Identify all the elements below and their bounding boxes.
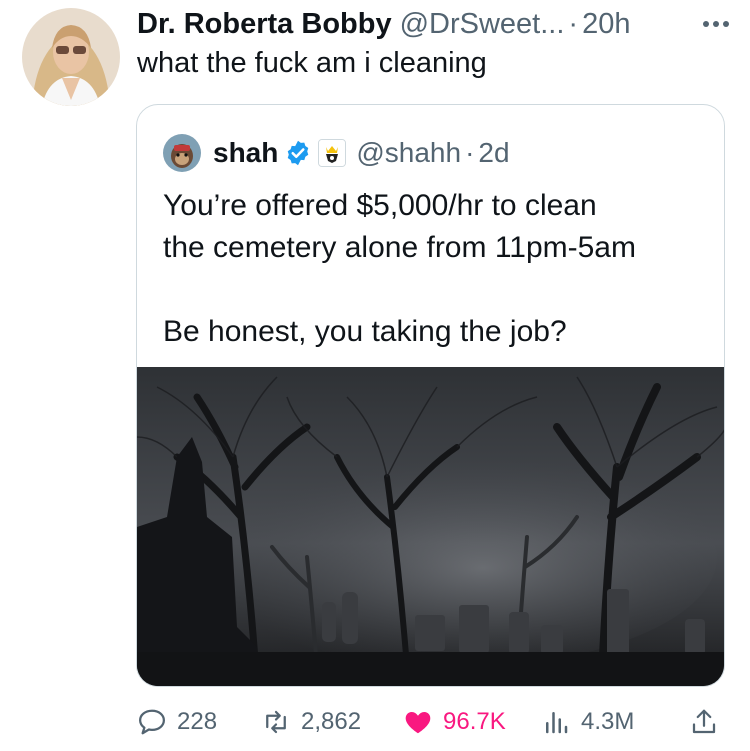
reply-button[interactable]: 228 — [137, 700, 217, 744]
like-button[interactable]: 96.7K — [403, 700, 506, 744]
affiliate-badge-icon[interactable] — [318, 139, 347, 167]
tweet-header: Dr. Roberta Bobby @DrSweet... · 20h — [137, 4, 737, 44]
like-count: 96.7K — [443, 708, 506, 735]
quoted-post-time[interactable]: 2d — [478, 137, 509, 169]
quoted-separator: · — [465, 137, 475, 168]
quoted-author-avatar[interactable] — [163, 134, 201, 172]
quoted-text-line: the cemetery alone from 11pm-5am — [163, 231, 636, 264]
cemetery-image[interactable] — [137, 367, 724, 686]
author-avatar[interactable] — [22, 8, 120, 106]
more-horizontal-icon[interactable] — [703, 14, 737, 34]
verified-badge-icon — [284, 139, 312, 167]
heart-icon — [405, 712, 431, 734]
quoted-tweet-text: You’re offered $5,000/hr to clean the ce… — [163, 185, 703, 353]
views-icon — [546, 712, 568, 734]
share-icon — [692, 709, 716, 734]
reply-count: 228 — [177, 708, 218, 735]
quoted-tweet-header: shah @shahh · 2d — [163, 133, 510, 173]
reply-icon — [139, 709, 165, 735]
retweet-button[interactable]: 2,862 — [261, 700, 361, 744]
quoted-text-line: Be honest, you taking the job? — [163, 315, 567, 348]
retweet-count: 2,862 — [301, 708, 362, 735]
author-handle[interactable]: @DrSweet... — [400, 8, 565, 41]
quoted-author-handle[interactable]: @shahh — [356, 137, 461, 169]
quoted-tweet-card[interactable]: shah @shahh · 2d You’re offered $5,000/h… — [136, 104, 725, 687]
views-count: 4.3M — [581, 708, 635, 735]
separator: · — [568, 7, 579, 40]
views-button[interactable]: 4.3M — [541, 700, 634, 744]
post-time[interactable]: 20h — [582, 8, 630, 41]
share-button[interactable] — [689, 700, 729, 744]
tweet-text: what the fuck am i cleaning — [137, 47, 487, 79]
quoted-text-line: You’re offered $5,000/hr to clean — [163, 189, 597, 222]
quoted-author-name[interactable]: shah — [213, 137, 278, 169]
action-bar: 228 2,862 96.7K 4.3M — [137, 700, 727, 744]
retweet-icon — [266, 710, 286, 734]
author-name[interactable]: Dr. Roberta Bobby — [137, 8, 392, 41]
